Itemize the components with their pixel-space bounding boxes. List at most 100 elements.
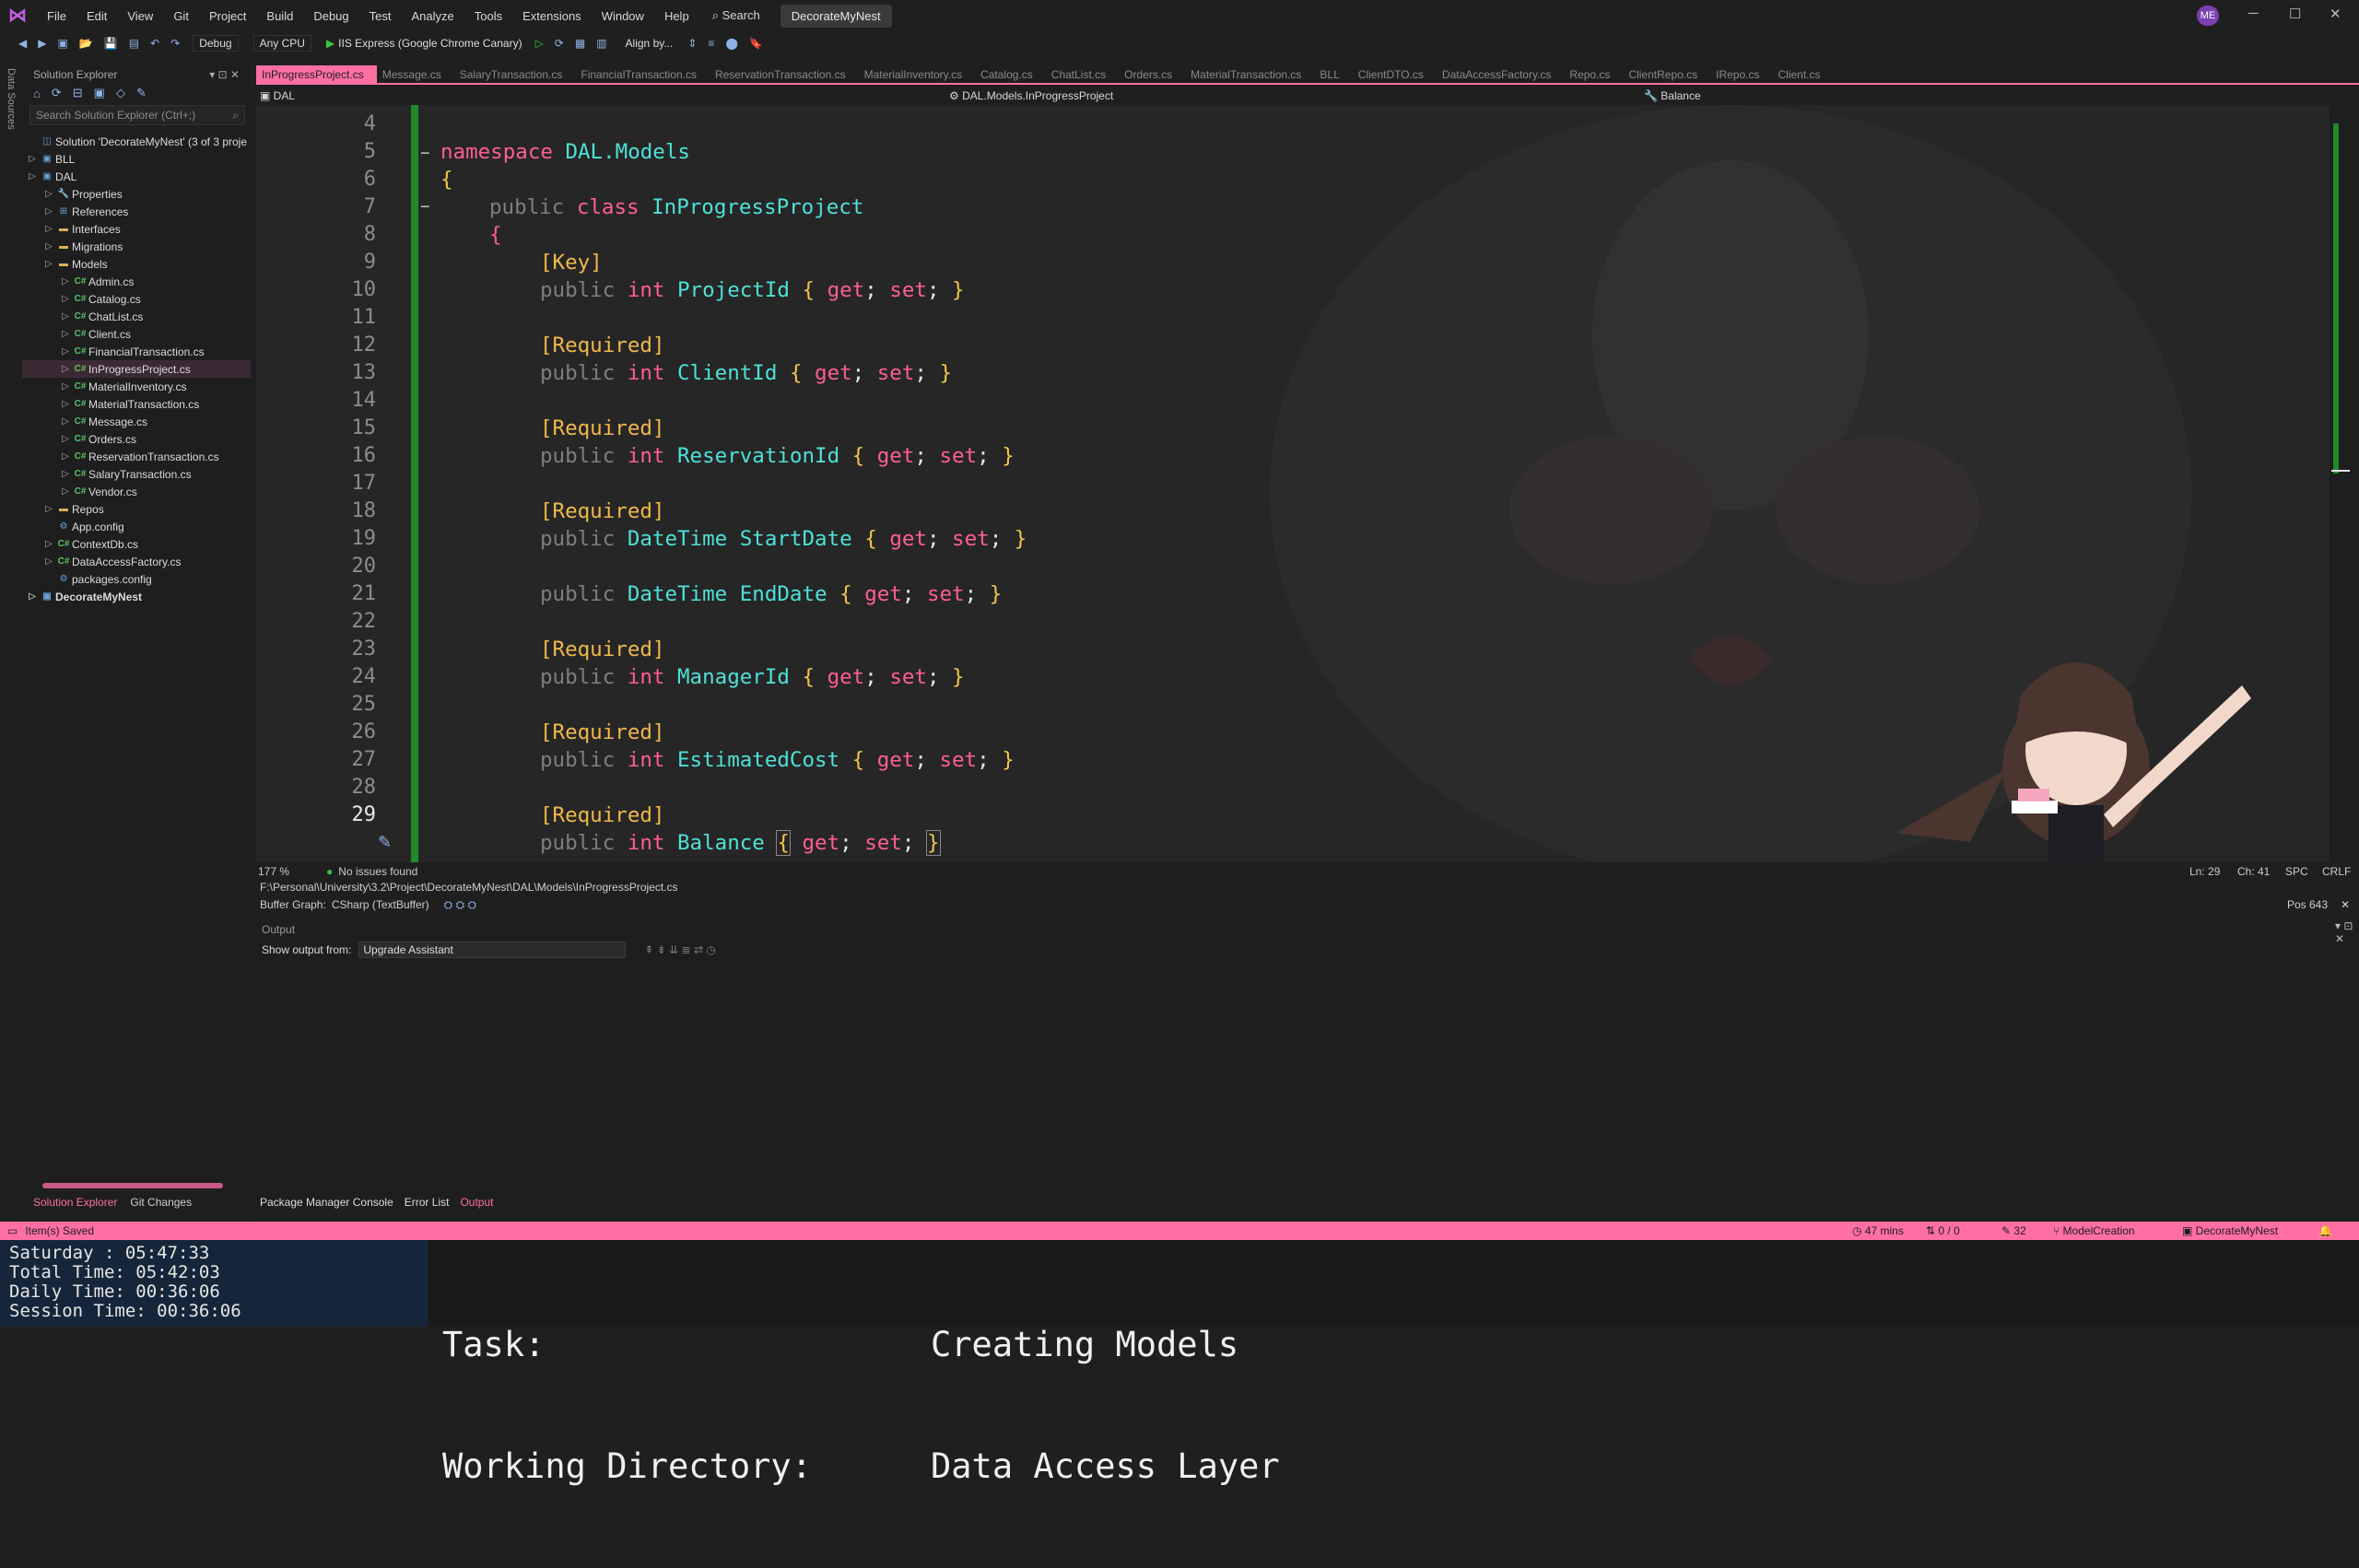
document-tab[interactable]: Catalog.cs bbox=[975, 65, 1046, 84]
refresh-icon[interactable]: ⟳ bbox=[555, 37, 564, 50]
document-tab[interactable]: MaterialInventory.cs bbox=[859, 65, 975, 84]
branch-status[interactable]: ⑂ ModelCreation bbox=[2053, 1224, 2135, 1237]
document-tab[interactable]: SalaryTransaction.cs bbox=[454, 65, 576, 84]
menu-view[interactable]: View bbox=[117, 9, 163, 23]
document-tab[interactable]: FinancialTransaction.cs bbox=[575, 65, 710, 84]
column-indicator[interactable]: Ch: 41 bbox=[2237, 865, 2270, 878]
solution-search-input[interactable]: Search Solution Explorer (Ctrl+;) ⌕ bbox=[29, 105, 245, 125]
tree-item[interactable]: ▷ ⊞ References bbox=[22, 203, 251, 220]
search-box[interactable]: ⌕ Search bbox=[712, 8, 760, 23]
menu-test[interactable]: Test bbox=[359, 9, 402, 23]
tree-folder[interactable]: ▷ ▬ Repos bbox=[22, 500, 251, 518]
undo-icon[interactable]: ↶ bbox=[150, 37, 159, 50]
tree-item[interactable]: ▷ C# MaterialTransaction.cs bbox=[22, 395, 251, 413]
tab-package-manager-console[interactable]: Package Manager Console bbox=[260, 1196, 393, 1209]
menu-analyze[interactable]: Analyze bbox=[401, 9, 464, 23]
tree-item[interactable]: ⚙ App.config bbox=[22, 518, 251, 535]
tab-error-list[interactable]: Error List bbox=[405, 1196, 450, 1209]
project-nav-dropdown[interactable]: ▣ DAL bbox=[260, 89, 295, 102]
document-tab[interactable]: ClientRepo.cs bbox=[1623, 65, 1710, 84]
document-tab[interactable]: MaterialTransaction.cs bbox=[1185, 65, 1314, 84]
start-without-debugging-icon[interactable]: ▷ bbox=[535, 37, 544, 50]
menu-window[interactable]: Window bbox=[592, 9, 654, 23]
repo-status[interactable]: ▣ DecorateMyNest bbox=[2182, 1224, 2278, 1237]
whitespace-indicator[interactable]: SPC bbox=[2285, 865, 2308, 878]
expand-arrow-icon[interactable]: ▷ bbox=[59, 346, 72, 357]
tab-solution-explorer[interactable]: Solution Explorer bbox=[33, 1196, 117, 1209]
class-nav-dropdown[interactable]: ⚙ DAL.Models.InProgressProject bbox=[949, 89, 1113, 102]
menu-git[interactable]: Git bbox=[163, 9, 199, 23]
maximize-icon[interactable]: ☐ bbox=[2289, 6, 2301, 22]
line-ending-indicator[interactable]: CRLF bbox=[2322, 865, 2351, 878]
tree-item[interactable]: ▷ ▣ BLL bbox=[22, 150, 251, 168]
bookmark-icon[interactable]: 🔖 bbox=[749, 37, 763, 50]
expand-arrow-icon[interactable]: ▷ bbox=[42, 241, 55, 252]
expand-arrow-icon[interactable]: ▷ bbox=[42, 504, 55, 514]
redo-icon[interactable]: ↷ bbox=[170, 37, 180, 50]
pane-controls[interactable]: ▾ ⊡ ✕ bbox=[209, 68, 240, 81]
pending-changes-status[interactable]: ✎ 32 bbox=[2001, 1224, 2026, 1237]
document-tab[interactable]: BLL bbox=[1314, 65, 1352, 84]
menu-tools[interactable]: Tools bbox=[464, 9, 512, 23]
collapse-all-icon[interactable]: ⊟ bbox=[73, 86, 83, 100]
menu-debug[interactable]: Debug bbox=[303, 9, 358, 23]
tree-item[interactable]: ▷ C# InProgressProject.cs bbox=[22, 360, 251, 378]
menu-help[interactable]: Help bbox=[654, 9, 699, 23]
document-tab[interactable]: ClientDTO.cs bbox=[1353, 65, 1437, 84]
tree-item[interactable]: ▷ C# Message.cs bbox=[22, 413, 251, 430]
expand-arrow-icon[interactable]: ▷ bbox=[59, 469, 72, 479]
expand-arrow-icon[interactable]: ▷ bbox=[59, 486, 72, 497]
tree-item[interactable]: ▷ C# FinancialTransaction.cs bbox=[22, 343, 251, 360]
member-nav-dropdown[interactable]: 🔧 Balance bbox=[1644, 89, 1701, 102]
horizontal-scrollbar[interactable] bbox=[42, 1183, 223, 1188]
tab-output[interactable]: Output bbox=[460, 1196, 493, 1209]
expand-arrow-icon[interactable]: ▷ bbox=[26, 171, 39, 181]
new-project-icon[interactable]: ▣ bbox=[57, 37, 67, 50]
graph-icon[interactable]: ⛭ ⛭ ⛭ bbox=[444, 898, 476, 912]
expand-arrow-icon[interactable]: ▷ bbox=[59, 416, 72, 427]
document-tab[interactable]: Repo.cs bbox=[1564, 65, 1623, 84]
tree-item[interactable]: ▷ C# Admin.cs bbox=[22, 273, 251, 290]
forward-icon[interactable]: ▶ bbox=[38, 37, 46, 50]
output-toolbar-icons[interactable]: ⇞ ⇟ ⇊ ≣ ⇄ ◷ bbox=[644, 943, 715, 956]
tree-folder[interactable]: ▷ ▬ Interfaces bbox=[22, 220, 251, 238]
tree-item[interactable]: ▷ C# ChatList.cs bbox=[22, 308, 251, 325]
document-tab[interactable]: ChatList.cs bbox=[1046, 65, 1119, 84]
tree-item[interactable]: ▷ ▣ DecorateMyNest bbox=[22, 588, 251, 605]
save-all-icon[interactable]: ▤ bbox=[129, 37, 139, 50]
expand-arrow-icon[interactable]: ▷ bbox=[26, 591, 39, 602]
code-editor[interactable]: 3 4 5 6 7 8 9 10 11 12 13 14 15 16 17 18 19 20 21 22 23 24 25 2… bbox=[256, 105, 2330, 862]
collapse-class-icon[interactable]: − bbox=[420, 197, 430, 216]
menu-project[interactable]: Project bbox=[199, 9, 256, 23]
tree-item[interactable]: ◫ Solution 'DecorateMyNest' (3 of 3 proje bbox=[22, 133, 251, 150]
output-pane-controls[interactable]: ▾ ⊡ ✕ bbox=[2335, 919, 2359, 945]
output-source-dropdown[interactable]: Upgrade Assistant bbox=[358, 942, 627, 958]
zoom-dropdown[interactable]: 177 % bbox=[258, 865, 289, 878]
expand-arrow-icon[interactable]: ▷ bbox=[42, 206, 55, 216]
document-tab[interactable]: Orders.cs bbox=[1119, 65, 1185, 84]
line-indicator[interactable]: Ln: 29 bbox=[2189, 865, 2220, 878]
expand-arrow-icon[interactable]: ▷ bbox=[42, 224, 55, 234]
minimize-icon[interactable]: ─ bbox=[2248, 6, 2259, 21]
format-icon[interactable]: ⇕ bbox=[687, 37, 697, 50]
preview-icon[interactable]: ◇ bbox=[116, 86, 125, 100]
expand-arrow-icon[interactable]: ▷ bbox=[59, 381, 72, 392]
avatar[interactable]: ME bbox=[2197, 6, 2219, 26]
data-sources-tab[interactable]: Data Sources bbox=[6, 68, 17, 130]
tab-git-changes[interactable]: Git Changes bbox=[130, 1196, 192, 1209]
expand-arrow-icon[interactable]: ▷ bbox=[59, 364, 72, 374]
tree-item[interactable]: ▷ C# Vendor.cs bbox=[22, 483, 251, 500]
issues-status[interactable]: No issues found bbox=[338, 865, 417, 878]
expand-arrow-icon[interactable]: ▷ bbox=[42, 189, 55, 199]
expand-arrow-icon[interactable]: ▷ bbox=[59, 294, 72, 304]
run-target-button[interactable]: IIS Express (Google Chrome Canary) bbox=[338, 37, 522, 50]
sync-icon[interactable]: ⟳ bbox=[52, 86, 62, 100]
menu-build[interactable]: Build bbox=[256, 9, 303, 23]
close-buffer-icon[interactable]: ✕ bbox=[2341, 898, 2350, 911]
expand-arrow-icon[interactable]: ▷ bbox=[59, 399, 72, 409]
timer-status[interactable]: ◷ 47 mins bbox=[1852, 1224, 1904, 1237]
document-tab[interactable]: InProgressProject.cs bbox=[256, 65, 377, 84]
properties-wrench-icon[interactable]: ✎ bbox=[136, 86, 147, 100]
tree-item[interactable]: ▷ 🔧 Properties bbox=[22, 185, 251, 203]
expand-arrow-icon[interactable]: ▷ bbox=[59, 434, 72, 444]
